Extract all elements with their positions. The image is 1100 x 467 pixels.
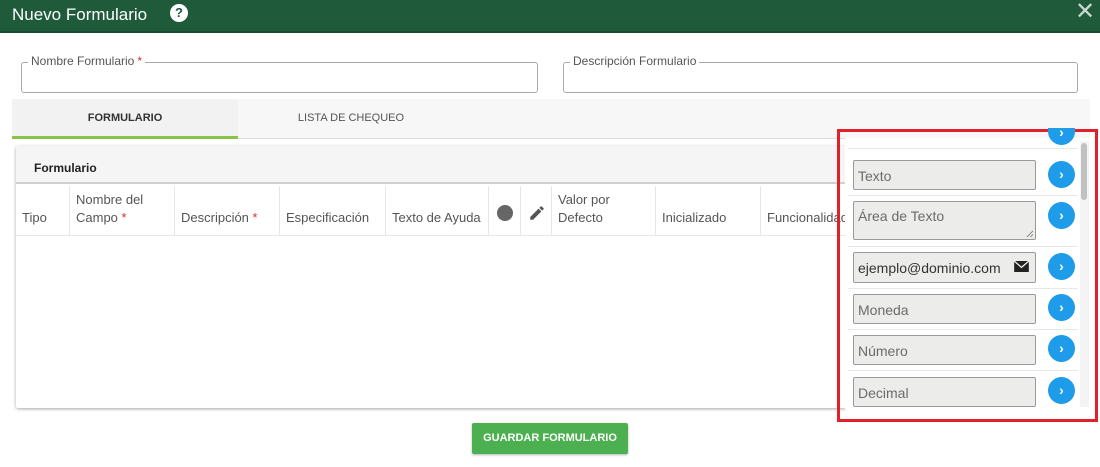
palette-divider xyxy=(848,246,1078,247)
tab-formulario[interactable]: FORMULARIO xyxy=(12,99,238,139)
decimal-field[interactable]: Decimal xyxy=(853,377,1036,407)
column-tipo: Tipo xyxy=(16,186,70,236)
moneda-field[interactable]: Moneda xyxy=(853,294,1036,324)
pencil-icon xyxy=(530,206,544,220)
card-title: Formulario xyxy=(34,161,97,175)
column-texto-de-ayuda: Texto de Ayuda xyxy=(386,186,489,236)
palette-divider xyxy=(848,195,1078,196)
column-color xyxy=(489,186,521,236)
column-descripcion: Descripción * xyxy=(175,186,280,236)
palette-divider xyxy=(848,329,1078,330)
card-header xyxy=(16,146,846,184)
add-moneda-button[interactable]: › xyxy=(1048,294,1075,321)
area-de-texto-placeholder: Área de Texto xyxy=(858,208,945,224)
palette-scrollbar-thumb[interactable] xyxy=(1081,143,1087,200)
numero-placeholder: Número xyxy=(858,343,908,359)
column-especificacion: Especificación xyxy=(280,186,386,236)
palette-divider xyxy=(848,148,1078,149)
dialog-title: Nuevo Formulario xyxy=(12,5,148,24)
column-valor-por-defecto: Valor por Defecto xyxy=(552,186,656,236)
tab-lista-de-chequeo[interactable]: LISTA DE CHEQUEO xyxy=(238,99,464,139)
area-de-texto-field[interactable]: Área de Texto xyxy=(853,201,1036,240)
add-email-button[interactable]: › xyxy=(1048,253,1075,280)
column-funcionalidad: Funcionalidad xyxy=(767,210,848,225)
add-decimal-button[interactable]: › xyxy=(1048,377,1075,404)
texto-placeholder: Texto xyxy=(858,168,892,184)
palette-divider xyxy=(848,288,1078,289)
guardar-formulario-button[interactable]: GUARDAR FORMULARIO xyxy=(472,423,628,454)
descripcion-formulario-field[interactable]: Descripción Formulario xyxy=(563,54,1078,93)
required-mark: * xyxy=(137,54,143,68)
help-icon[interactable]: ? xyxy=(170,4,188,22)
resize-handle-icon[interactable] xyxy=(1026,230,1033,237)
nombre-formulario-label: Nombre Formulario * xyxy=(28,54,146,68)
envelope-icon xyxy=(1014,261,1029,272)
email-value: ejemplo@dominio.com xyxy=(858,260,1001,276)
close-icon[interactable]: ✕ xyxy=(1074,0,1096,24)
add-area-de-texto-button[interactable]: › xyxy=(1048,202,1075,229)
column-inicializado: Inicializado xyxy=(656,186,761,236)
add-numero-button[interactable]: › xyxy=(1048,335,1075,362)
texto-field[interactable]: Texto xyxy=(853,160,1036,190)
descripcion-formulario-label: Descripción Formulario xyxy=(570,54,700,68)
moneda-placeholder: Moneda xyxy=(858,302,909,318)
table-header-divider xyxy=(16,235,846,236)
palette-divider xyxy=(848,370,1078,371)
dialog-header: Nuevo Formulario ? ✕ xyxy=(0,0,1100,33)
column-editar xyxy=(521,186,552,236)
column-nombre-del-campo: Nombre del Campo * xyxy=(70,186,175,236)
form-fields-card: Formulario Tipo Nombre del Campo * Descri… xyxy=(16,146,848,408)
dot-icon xyxy=(497,205,513,221)
numero-field[interactable]: Número xyxy=(853,335,1036,365)
email-field[interactable]: ejemplo@dominio.com xyxy=(853,252,1036,283)
nombre-formulario-field[interactable]: Nombre Formulario * xyxy=(21,54,538,93)
add-texto-button[interactable]: › xyxy=(1048,161,1075,188)
decimal-placeholder: Decimal xyxy=(858,385,909,401)
